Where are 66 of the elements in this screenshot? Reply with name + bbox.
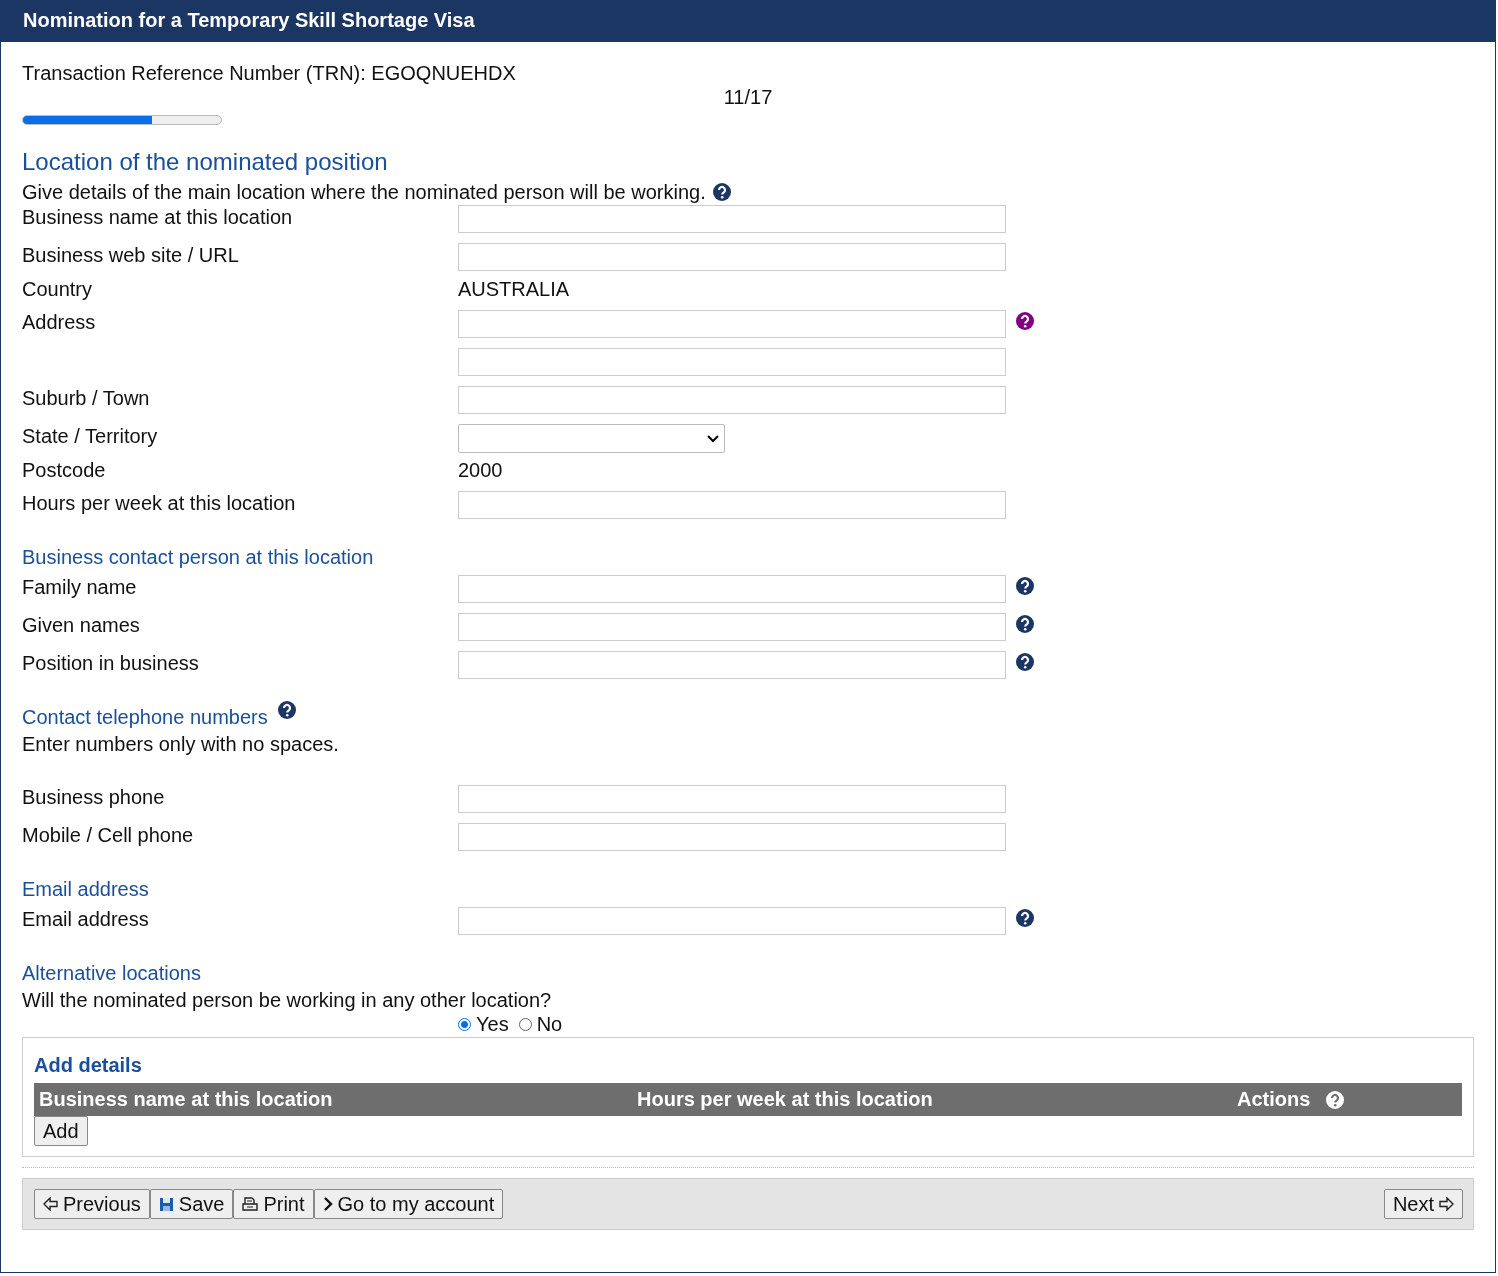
input-field[interactable]	[458, 575, 1006, 603]
field-label: State / Territory	[22, 425, 158, 447]
input-field[interactable]	[458, 205, 1006, 233]
input-field[interactable]	[458, 651, 1006, 679]
help-icon[interactable]	[1016, 653, 1034, 671]
field-label: Hours per week at this location	[22, 492, 296, 514]
step-counter: 11/17	[722, 85, 774, 109]
input-field[interactable]	[458, 310, 1006, 338]
chevron-down-icon	[707, 434, 719, 443]
field-label: Given names	[22, 614, 140, 636]
help-icon[interactable]	[1016, 577, 1034, 595]
field-label: Business web site / URL	[22, 244, 239, 266]
reference-number: Transaction Reference Number (TRN): EGOQNUEHDX	[22, 61, 517, 85]
field-label: Email address	[22, 908, 149, 930]
help-icon[interactable]	[1016, 615, 1034, 633]
section-heading: Email address	[22, 877, 149, 901]
column-header: Business name at this location	[39, 1088, 333, 1111]
field-value: AUSTRALIA	[458, 277, 570, 301]
arrow-left-icon	[43, 1197, 58, 1211]
arrow-right-icon	[1439, 1197, 1454, 1211]
radio-label[interactable]: No	[536, 1013, 563, 1035]
help-icon[interactable]	[1016, 909, 1034, 927]
next-button[interactable]: Next	[1383, 1189, 1463, 1219]
field-label: Family name	[22, 576, 137, 598]
input-field[interactable]	[458, 907, 1006, 935]
help-icon	[1326, 1090, 1345, 1109]
help-icon[interactable]	[1016, 312, 1034, 330]
printer-icon	[242, 1197, 259, 1211]
section-heading: Contact telephone numbers	[22, 705, 268, 729]
panel-title: Add details	[34, 1053, 143, 1078]
input-field[interactable]	[458, 613, 1006, 641]
section-heading: Alternative locations	[22, 961, 201, 985]
help-icon[interactable]	[277, 701, 296, 719]
input-field[interactable]	[458, 491, 1006, 519]
field-label: Mobile / Cell phone	[22, 824, 194, 846]
add-button[interactable]: Add	[34, 1116, 88, 1146]
instruction-text: Will the nominated person be working in any other location?	[22, 988, 552, 1013]
radio-label[interactable]: Yes	[476, 1013, 509, 1035]
window-title: Nomination for a Temporary Skill Shortage Visa	[1, 0, 1495, 42]
field-label: Postcode	[22, 459, 106, 481]
account-button[interactable]: Go to my account	[313, 1189, 504, 1219]
field-label: Position in business	[22, 652, 199, 674]
field-label: Suburb / Town	[22, 387, 150, 409]
field-label: Business phone	[22, 786, 165, 808]
radio-button[interactable]	[458, 1017, 471, 1031]
input-field[interactable]	[458, 243, 1006, 271]
print-button[interactable]: Print	[233, 1189, 314, 1219]
section-heading: Business contact person at this location	[22, 545, 374, 569]
field-label: Address	[22, 311, 96, 333]
help-icon[interactable]	[712, 183, 731, 201]
instruction-text: Give details of the main location where the nominated person will be working.	[22, 180, 706, 205]
page-heading: Location of the nominated position	[22, 147, 388, 177]
dropdown[interactable]	[458, 424, 725, 453]
field-value: 2000	[458, 458, 503, 482]
chevron-right-icon	[322, 1197, 333, 1211]
column-header: Hours per week at this location	[637, 1088, 933, 1111]
input-field[interactable]	[458, 785, 1006, 813]
save-button[interactable]: Save	[149, 1189, 234, 1219]
previous-button[interactable]: Previous	[34, 1189, 150, 1219]
input-field[interactable]	[458, 348, 1006, 376]
instruction-text: Enter numbers only with no spaces.	[22, 732, 339, 757]
field-label: Business name at this location	[22, 206, 293, 228]
field-label: Country	[22, 278, 93, 300]
input-field[interactable]	[458, 823, 1006, 851]
input-field[interactable]	[458, 386, 1006, 414]
column-header: Actions	[1237, 1088, 1311, 1111]
